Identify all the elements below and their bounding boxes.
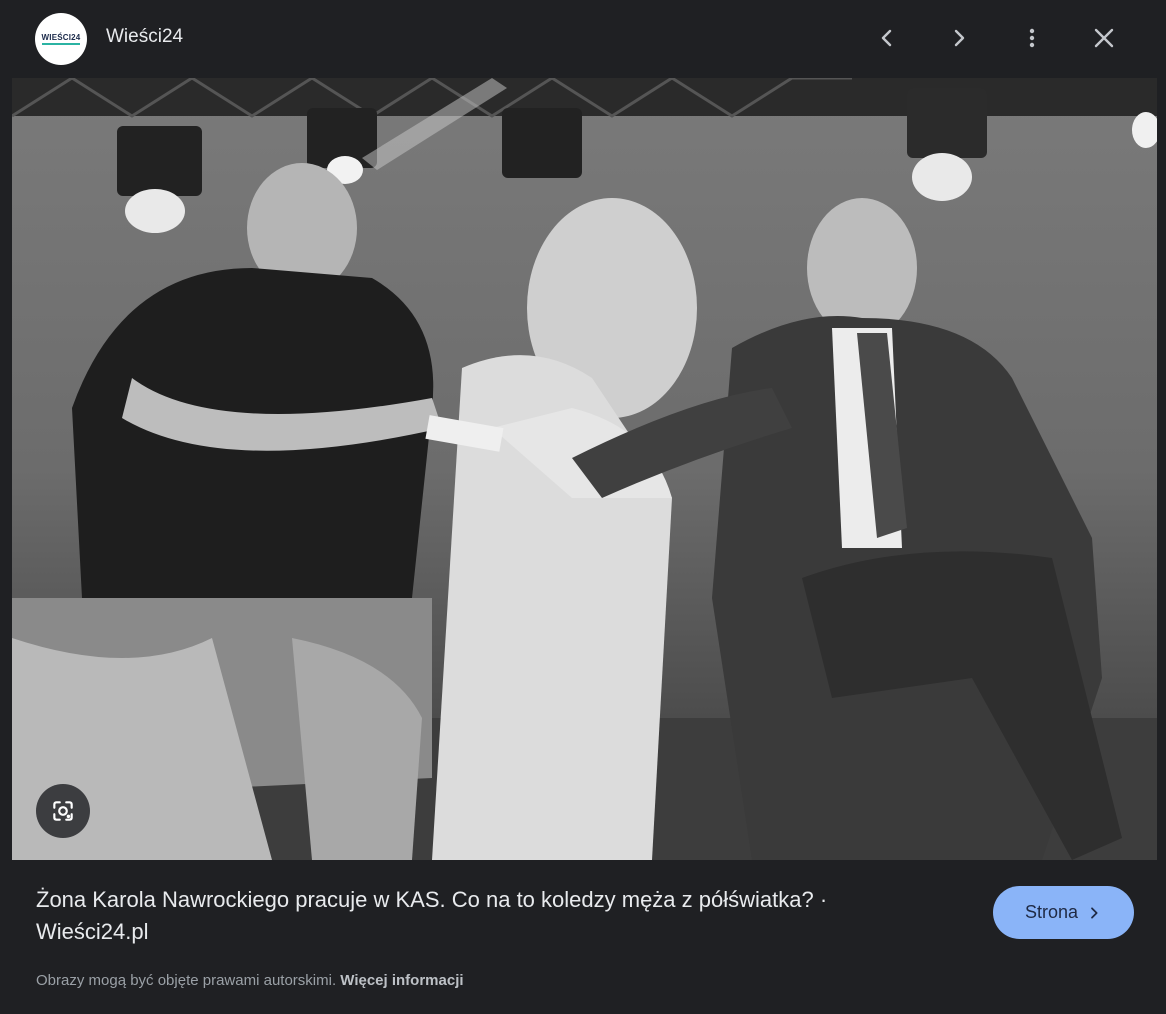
- visit-site-button[interactable]: Strona: [993, 886, 1134, 939]
- visit-button-label: Strona: [1024, 902, 1079, 922]
- chevron-left-icon: [881, 29, 892, 47]
- preview-image[interactable]: [12, 78, 1157, 860]
- site-logo[interactable]: WIEŚCI24: [35, 13, 87, 65]
- site-name[interactable]: Wieści24: [106, 26, 183, 48]
- photo-placeholder: [12, 78, 1157, 860]
- next-button[interactable]: [939, 18, 979, 58]
- more-options-button[interactable]: [1012, 18, 1052, 58]
- chevron-right-icon: [954, 29, 965, 47]
- image-title-link[interactable]: Żona Karola Nawrockiego pracuje w KAS. C…: [36, 884, 936, 948]
- chevron-right-icon: [1091, 906, 1098, 919]
- logo-text: WIEŚCI24: [41, 33, 81, 45]
- close-button[interactable]: [1084, 18, 1124, 58]
- more-vert-icon: [1029, 28, 1035, 48]
- google-lens-button[interactable]: [36, 784, 90, 838]
- copyright-text: Obrazy mogą być objęte prawami autorskim…: [36, 972, 341, 989]
- previous-button[interactable]: [867, 18, 907, 58]
- google-lens-icon: [53, 801, 73, 821]
- more-info-link[interactable]: Więcej informacji: [340, 972, 463, 989]
- viewer-header: WIEŚCI24 Wieści24: [0, 0, 1166, 78]
- close-icon: [1094, 28, 1114, 48]
- copyright-notice: Obrazy mogą być objęte prawami autorskim…: [36, 972, 464, 989]
